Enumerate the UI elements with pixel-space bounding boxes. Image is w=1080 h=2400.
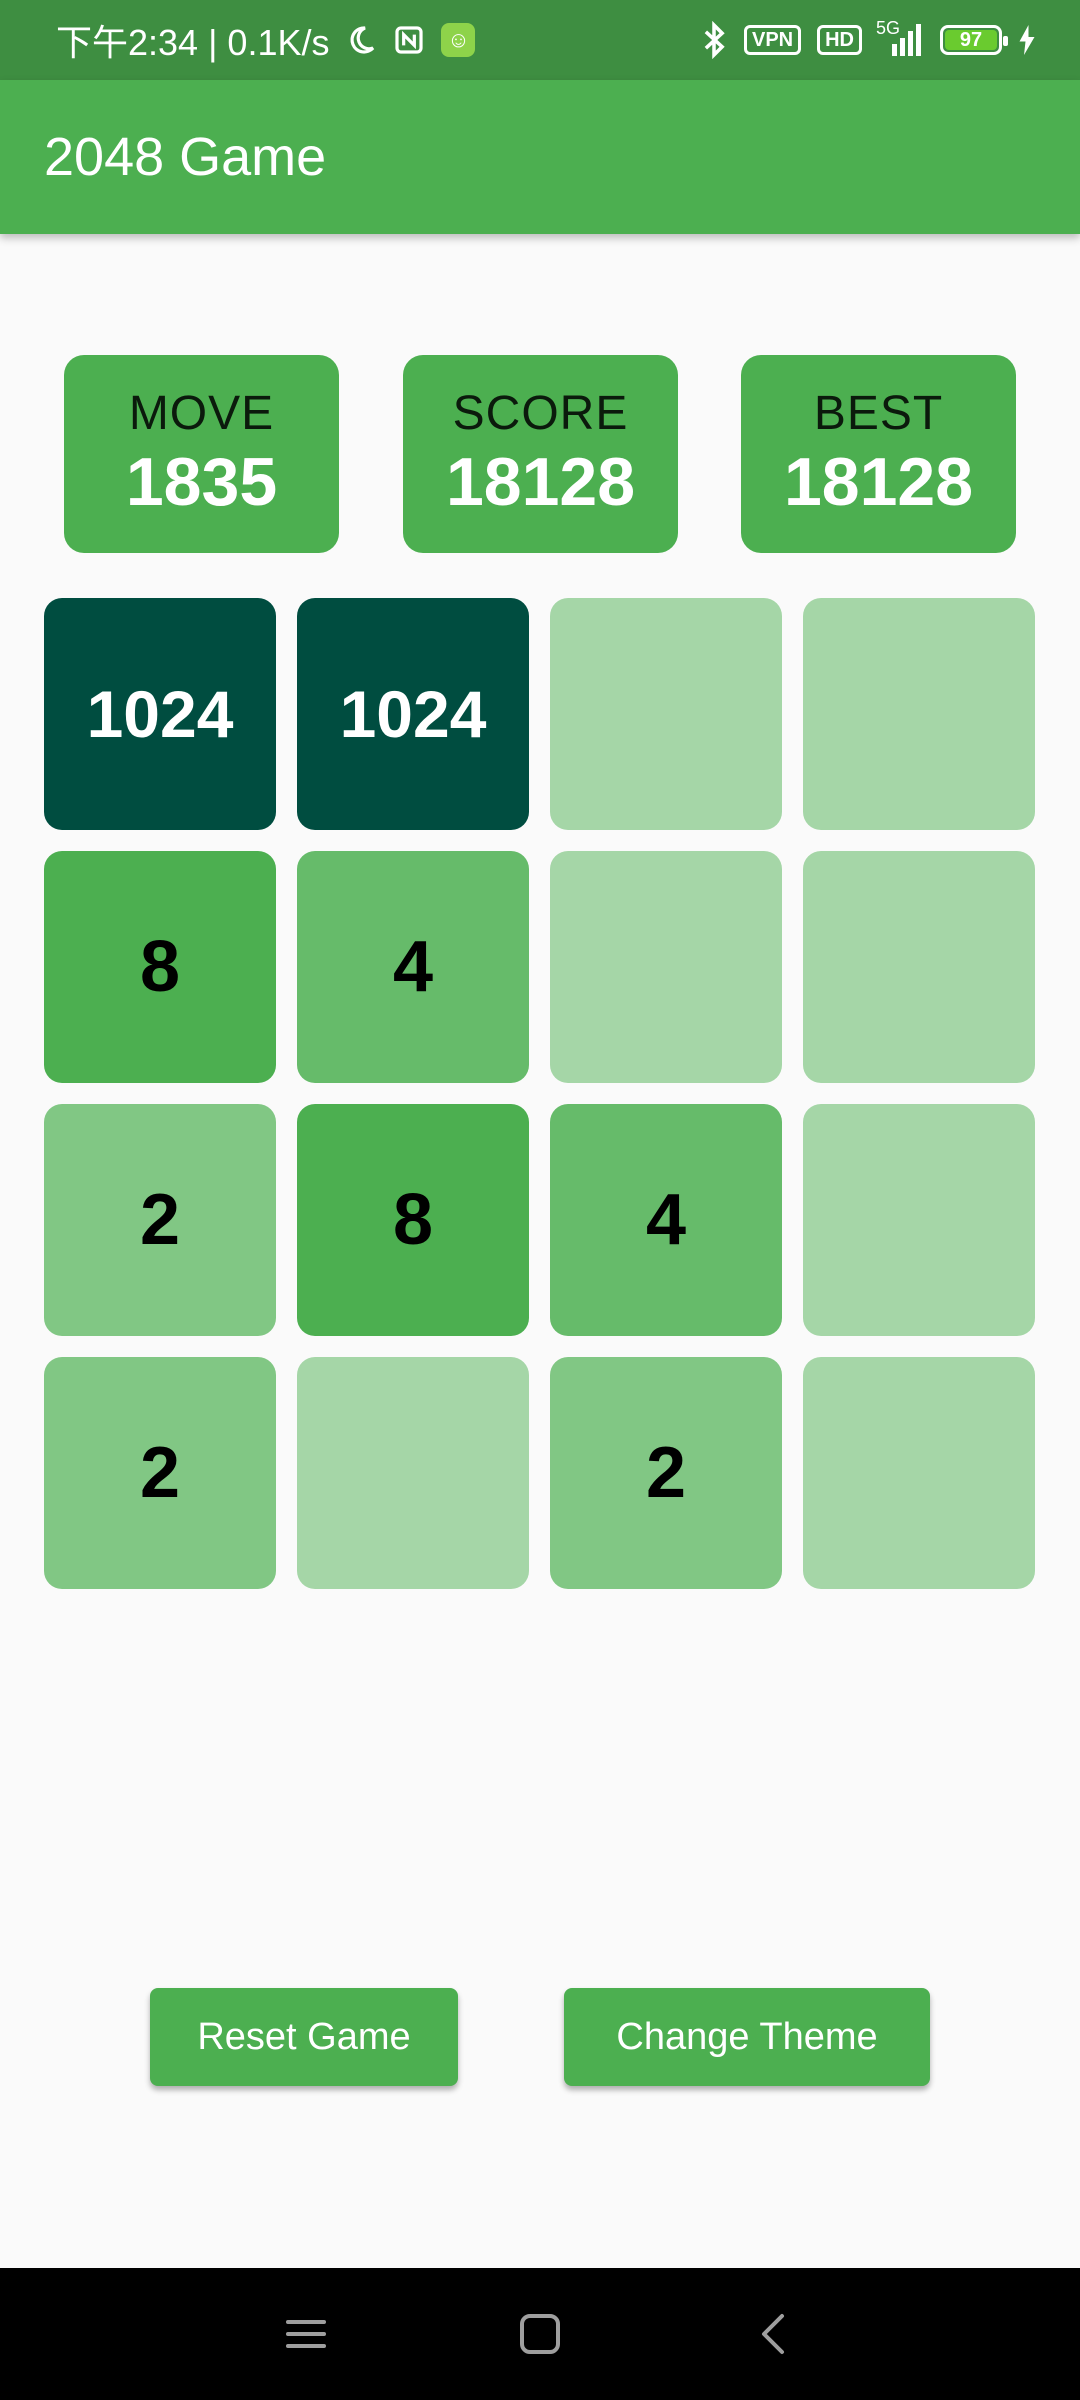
change-theme-button[interactable]: Change Theme [564,1988,930,2086]
tile-empty [803,598,1035,830]
status-time: 下午2:34 | 0.1K/s [56,22,330,63]
tile-8: 8 [297,1104,529,1336]
move-counter: MOVE 1835 [64,355,339,553]
tile-1024: 1024 [44,598,276,830]
navigation-bar [0,2268,1080,2400]
status-left: 下午2:34 | 0.1K/s ☺ [56,14,476,66]
status-right: VPN HD 5G 97 [700,18,1036,59]
tile-2: 2 [44,1104,276,1336]
tile-empty [550,851,782,1083]
tile-2: 2 [550,1357,782,1589]
home-icon[interactable] [508,2302,572,2366]
app-bar: 2048 Game [0,80,1080,234]
status-bar: 下午2:34 | 0.1K/s ☺ VPN HD 5G 97 [0,0,1080,80]
tile-2: 2 [44,1357,276,1589]
back-icon[interactable] [742,2302,806,2366]
best-counter: BEST 18128 [741,355,1016,553]
tile-empty [803,1104,1035,1336]
vpn-icon: VPN [743,25,802,55]
tile-value: 2 [139,1180,181,1260]
tile-value: 4 [392,927,434,1007]
battery-percent: 97 [959,28,983,51]
game-board[interactable]: 1024 1024 8 4 2 8 4 2 2 [44,598,1036,1590]
tile-4: 4 [550,1104,782,1336]
tile-empty [550,598,782,830]
hd-icon: HD [817,25,862,55]
signal-icon: 5G [876,18,924,56]
score-value: 18128 [445,444,636,520]
best-value: 18128 [783,444,974,520]
tile-8: 8 [44,851,276,1083]
tile-empty [803,851,1035,1083]
moon-icon [345,24,377,56]
app-title: 2048 Game [44,127,327,187]
menu-icon[interactable] [274,2302,338,2366]
tile-value: 1024 [86,677,234,751]
app-notification-icon: ☺ [441,23,476,57]
battery-icon: 97 [940,25,1008,55]
tile-value: 2 [139,1433,181,1513]
move-value: 1835 [125,444,278,520]
reset-game-button[interactable]: Reset Game [150,1988,458,2086]
tile-4: 4 [297,851,529,1083]
tile-value: 4 [645,1180,687,1260]
bluetooth-icon [700,21,728,59]
tile-empty [803,1357,1035,1589]
score-counter: SCORE 18128 [403,355,678,553]
move-label: MOVE [128,387,275,440]
tile-value: 1024 [339,677,487,751]
nfc-icon [393,24,425,56]
score-label: SCORE [452,387,629,440]
tile-value: 2 [645,1433,687,1513]
charging-icon [1018,25,1036,55]
tile-value: 8 [139,927,181,1007]
tile-1024: 1024 [297,598,529,830]
best-label: BEST [813,387,944,440]
tile-value: 8 [392,1180,434,1260]
network-type: 5G [876,18,901,38]
tile-empty [297,1357,529,1589]
